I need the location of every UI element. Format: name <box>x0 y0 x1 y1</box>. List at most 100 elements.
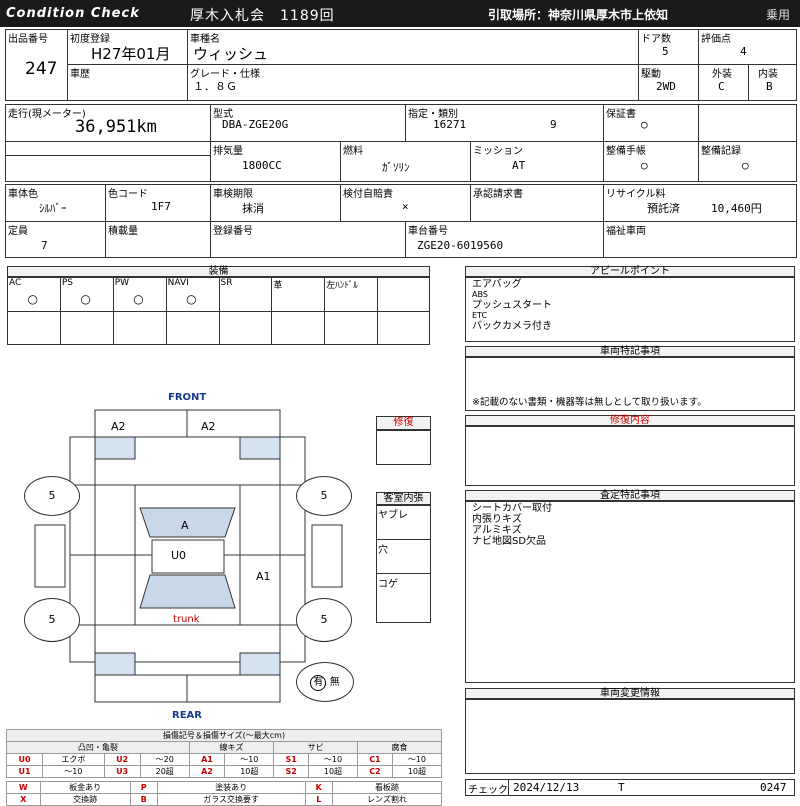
doors-value: 5 <box>662 45 669 58</box>
model-name-cell: 車種名 ウィッシュ <box>187 29 638 64</box>
tire-front-left-value: 5 <box>48 489 56 502</box>
equipment-name: PW <box>114 278 130 288</box>
equipment-name: 左ﾊﾝﾄﾞﾙ <box>326 281 358 291</box>
mark-roof: U0 <box>171 549 187 562</box>
symbol-code: W <box>6 781 41 794</box>
lot-label: 出品番号 <box>8 34 48 45</box>
mission-cell: ミッション AT <box>470 141 603 182</box>
doors-cell: ドア数 5 <box>638 29 698 64</box>
legend-desc: 〜10 <box>42 765 105 778</box>
special-note: ※記載のない書類・機器等は無しとして取り扱います。 <box>472 397 707 408</box>
fuel-cell: 燃料 ｶﾞｿﾘﾝ <box>340 141 470 182</box>
designation-value: 16271 <box>433 118 467 131</box>
mileage-cell: 走行(現メーター) 36,951km <box>5 104 210 141</box>
reg-number-cell: 登録番号 <box>210 221 405 258</box>
manual-label: 整備手帳 <box>606 146 646 157</box>
legend-code: A1 <box>188 753 226 766</box>
first-reg-value: H27年01月 <box>91 45 171 63</box>
inspection-value: 抹消 <box>242 202 264 215</box>
legend-desc: エクボ <box>42 753 105 766</box>
welfare-label: 福祉車両 <box>606 226 646 237</box>
equipment-mark: ○ <box>186 292 197 306</box>
exterior-label: 外装 <box>712 69 732 80</box>
legend-desc: 10超 <box>391 765 443 778</box>
lot-number-cell: 出品番号 247 <box>5 29 67 101</box>
equipment-mark: ○ <box>133 292 144 306</box>
score-cell: 評価点 4 <box>698 29 797 64</box>
change-info-box <box>465 699 795 774</box>
cabin-box <box>376 505 431 623</box>
inspect-notes-title: 査定特記事項 <box>465 490 795 501</box>
legend-group: 腐食 <box>357 741 442 754</box>
appeal-box: エアバッグ ABS プッシュスタート ETC バックカメラ付き <box>465 277 795 342</box>
damage-legend-table: 損傷記号＆損傷サイズ(〜最大cm) 凸凹・亀裂 線キズ サビ 腐食 U0 エクボ … <box>5 729 443 778</box>
approval-cell: 承認請求書 <box>470 184 603 221</box>
inspect-note-line: 内張りキズ <box>472 514 522 525</box>
tire-front-right-value: 5 <box>320 489 328 502</box>
insurance-label: 検付自賠責 <box>343 189 393 200</box>
history-cell: 車歴 <box>67 64 187 101</box>
fuel-label: 燃料 <box>343 146 363 157</box>
brand-title: Condition Check <box>6 6 140 21</box>
record-value: ○ <box>742 159 749 172</box>
inspector-initial: T <box>618 781 625 794</box>
capacity-value: 7 <box>41 239 48 252</box>
chassis-label: 車台番号 <box>408 226 448 237</box>
warranty-value: ○ <box>641 118 648 131</box>
score-value: 4 <box>740 45 747 58</box>
history-label: 車歴 <box>70 69 90 80</box>
legend-code: S2 <box>273 765 309 778</box>
recycle-cell: リサイクル料 預託済 10,460円 <box>603 184 797 221</box>
chassis-cell: 車台番号 ZGE20-6019560 <box>405 221 603 258</box>
warranty-label: 保証書 <box>606 109 636 120</box>
tire-rear-left-value: 5 <box>48 613 56 626</box>
rear-label: REAR <box>172 710 202 721</box>
recycle-fee: 10,460円 <box>711 202 762 215</box>
symbol-legend-table: W 板金あり P 塗装あり K 看板跡 X 交換跡 B ガラス交換要す L レンズ割れ <box>6 781 443 806</box>
displacement-cell: 排気量 1800CC <box>210 141 340 182</box>
designation-cell: 指定・類別 16271 9 <box>405 104 603 141</box>
insurance-value: × <box>402 200 409 213</box>
inspect-note-line: ナビ地図SD欠品 <box>472 536 547 547</box>
doors-label: ドア数 <box>641 34 671 45</box>
symbol-code: P <box>129 781 158 794</box>
drive-cell: 駆動 2WD <box>638 64 698 101</box>
cabin-item-tear: ヤブレ <box>378 510 408 521</box>
equipment-name: SR <box>220 278 233 288</box>
insurance-cell: 検付自賠責 × <box>340 184 470 221</box>
appeal-line: プッシュスタート <box>472 300 552 311</box>
classification-value: 9 <box>550 118 557 131</box>
spare-none: 無 <box>329 677 340 688</box>
appeal-title: アピールポイント <box>465 266 795 277</box>
equipment-name: 革 <box>273 281 283 291</box>
body-color-label: 車体色 <box>8 189 38 200</box>
check-label: チェック <box>468 785 508 796</box>
tire-rear-right: 5 <box>296 598 352 642</box>
inspect-notes-box: シートカバー取付 内張りキズ アルミキズ ナビ地図SD欠品 <box>465 501 795 683</box>
legend-desc: 10超 <box>224 765 275 778</box>
equipment-name: NAVI <box>167 278 189 288</box>
appeal-line: エアバッグ <box>472 279 522 290</box>
legend-code: U0 <box>5 753 44 766</box>
spare-tire: 有 無 <box>296 662 354 702</box>
pickup-location: 引取場所：神奈川県厚木市上依知 <box>488 8 669 22</box>
cabin-item-burn: コゲ <box>378 579 398 590</box>
legend-desc: 〜10 <box>307 753 359 766</box>
mark-hood: A <box>181 519 189 532</box>
symbol-desc: 看板跡 <box>331 781 443 794</box>
mark-side: A1 <box>256 570 271 583</box>
mission-value: AT <box>512 159 526 172</box>
header-bar: Condition Check 厚木入札会 1189回 引取場所：神奈川県厚木市… <box>0 0 800 27</box>
legend-code: U2 <box>103 753 141 766</box>
mark-a2-front-left: A2 <box>111 420 126 433</box>
body-color-cell: 車体色 ｼﾙﾊﾞｰ <box>5 184 105 221</box>
repair-box <box>465 426 795 486</box>
repair-mini-box <box>376 430 431 465</box>
inspect-notes-list: シートカバー取付 内張りキズ アルミキズ ナビ地図SD欠品 <box>466 502 794 548</box>
legend-group: 凸凹・亀裂 <box>6 741 190 754</box>
warranty-cell: 保証書 ○ <box>603 104 698 141</box>
spare-has: 有 <box>310 675 327 691</box>
check-date: 2024/12/13 <box>513 781 580 794</box>
inspect-note-line: アルミキズ <box>472 525 522 536</box>
mark-a2-front-right: A2 <box>201 420 216 433</box>
